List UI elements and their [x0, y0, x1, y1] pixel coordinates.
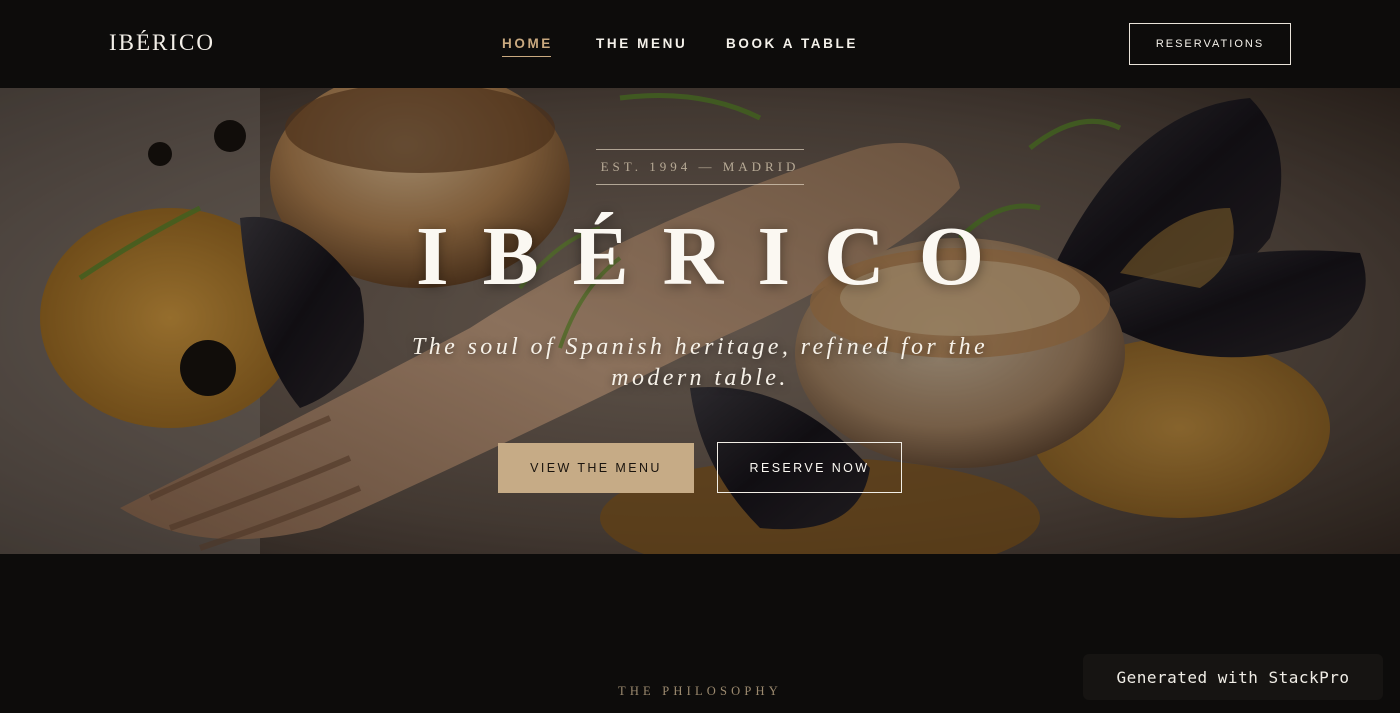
hero-title: IBÉRICO — [415, 210, 1019, 303]
hero-section: EST. 1994 — MADRID IBÉRICO The soul of S… — [0, 88, 1400, 554]
reserve-now-button[interactable]: RESERVE NOW — [717, 442, 902, 493]
view-the-menu-button[interactable]: VIEW THE MENU — [498, 443, 694, 493]
generated-with-badge[interactable]: Generated with StackPro — [1083, 654, 1383, 700]
reservations-button[interactable]: RESERVATIONS — [1129, 23, 1291, 65]
nav-link-book-a-table[interactable]: BOOK A TABLE — [726, 36, 858, 51]
top-navigation: IBÉRICO HOME THE MENU BOOK A TABLE RESER… — [0, 0, 1400, 88]
hero-tagline: The soul of Spanish heritage, refined fo… — [411, 334, 989, 391]
nav-link-home[interactable]: HOME — [502, 36, 553, 57]
established-label: EST. 1994 — MADRID — [596, 149, 804, 185]
nav-link-the-menu[interactable]: THE MENU — [596, 36, 687, 51]
